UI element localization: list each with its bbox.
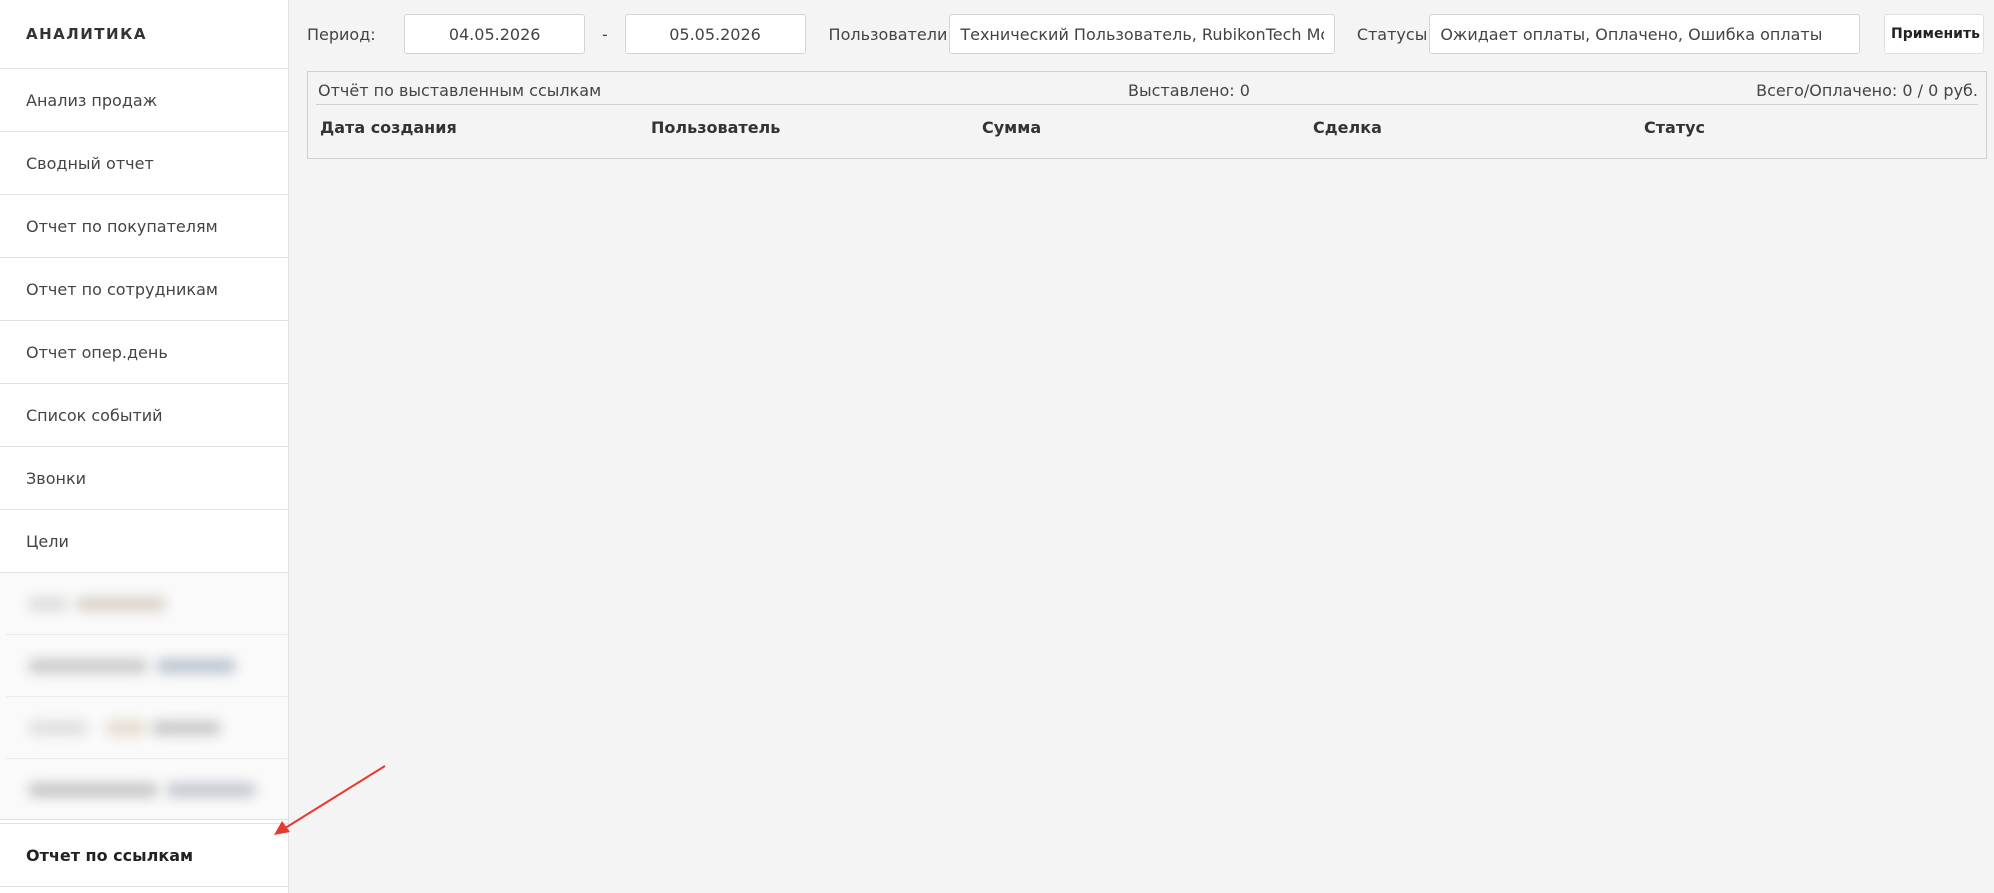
blurred-item[interactable] — [6, 697, 288, 759]
sidebar: АНАЛИТИКА Анализ продаж Сводный отчет От… — [0, 0, 289, 893]
sidebar-item-links-report[interactable]: Отчет по ссылкам — [0, 823, 288, 887]
statuses-label: Статусы — [1356, 24, 1428, 44]
date-separator: - — [601, 24, 608, 44]
blurred-item[interactable] — [6, 635, 288, 697]
report-table-header: Дата создания Пользователь Сумма Сделка … — [308, 105, 1986, 145]
links-report-panel: Отчёт по выставленным ссылкам Выставлено… — [307, 71, 1987, 159]
apply-button[interactable]: Применить — [1884, 14, 1984, 54]
annotation-arrow-icon — [274, 765, 386, 835]
sidebar-item-summary-report[interactable]: Сводный отчет — [0, 132, 288, 195]
report-title: Отчёт по выставленным ссылкам — [318, 81, 602, 100]
blurred-item[interactable] — [6, 759, 288, 819]
app-window: АНАЛИТИКА Анализ продаж Сводный отчет От… — [0, 0, 1994, 893]
column-amount[interactable]: Сумма — [982, 118, 1041, 137]
sidebar-item-calls[interactable]: Звонки — [0, 447, 288, 510]
blurred-sidebar-items — [0, 573, 288, 820]
sidebar-item-employees-report[interactable]: Отчет по сотрудникам — [0, 258, 288, 321]
sidebar-item-goals[interactable]: Цели — [0, 510, 288, 573]
filter-bar: Период: - Пользователи Статусы Применить — [307, 13, 1984, 55]
sidebar-item-sales-analysis[interactable]: Анализ продаж — [0, 69, 288, 132]
statuses-select[interactable] — [1429, 14, 1860, 54]
report-header: Отчёт по выставленным ссылкам Выставлено… — [316, 72, 1978, 105]
period-label: Период: — [307, 24, 376, 44]
sidebar-item-opday-report[interactable]: Отчет опер.день — [0, 321, 288, 384]
sidebar-item-customers-report[interactable]: Отчет по покупателям — [0, 195, 288, 258]
date-from-input[interactable] — [404, 14, 586, 54]
users-select[interactable] — [949, 14, 1335, 54]
blurred-item[interactable] — [6, 573, 288, 635]
column-created-date[interactable]: Дата создания — [320, 118, 457, 137]
total-paid-summary: Всего/Оплачено: 0 / 0 руб. — [1756, 81, 1978, 100]
date-to-input[interactable] — [624, 14, 806, 54]
column-user[interactable]: Пользователь — [651, 118, 780, 137]
column-status[interactable]: Статус — [1644, 118, 1705, 137]
users-label: Пользователи — [828, 24, 948, 44]
sidebar-item-event-list[interactable]: Список событий — [0, 384, 288, 447]
issued-count: Выставлено: 0 — [1128, 81, 1250, 100]
column-deal[interactable]: Сделка — [1313, 118, 1382, 137]
sidebar-title: АНАЛИТИКА — [0, 0, 288, 69]
